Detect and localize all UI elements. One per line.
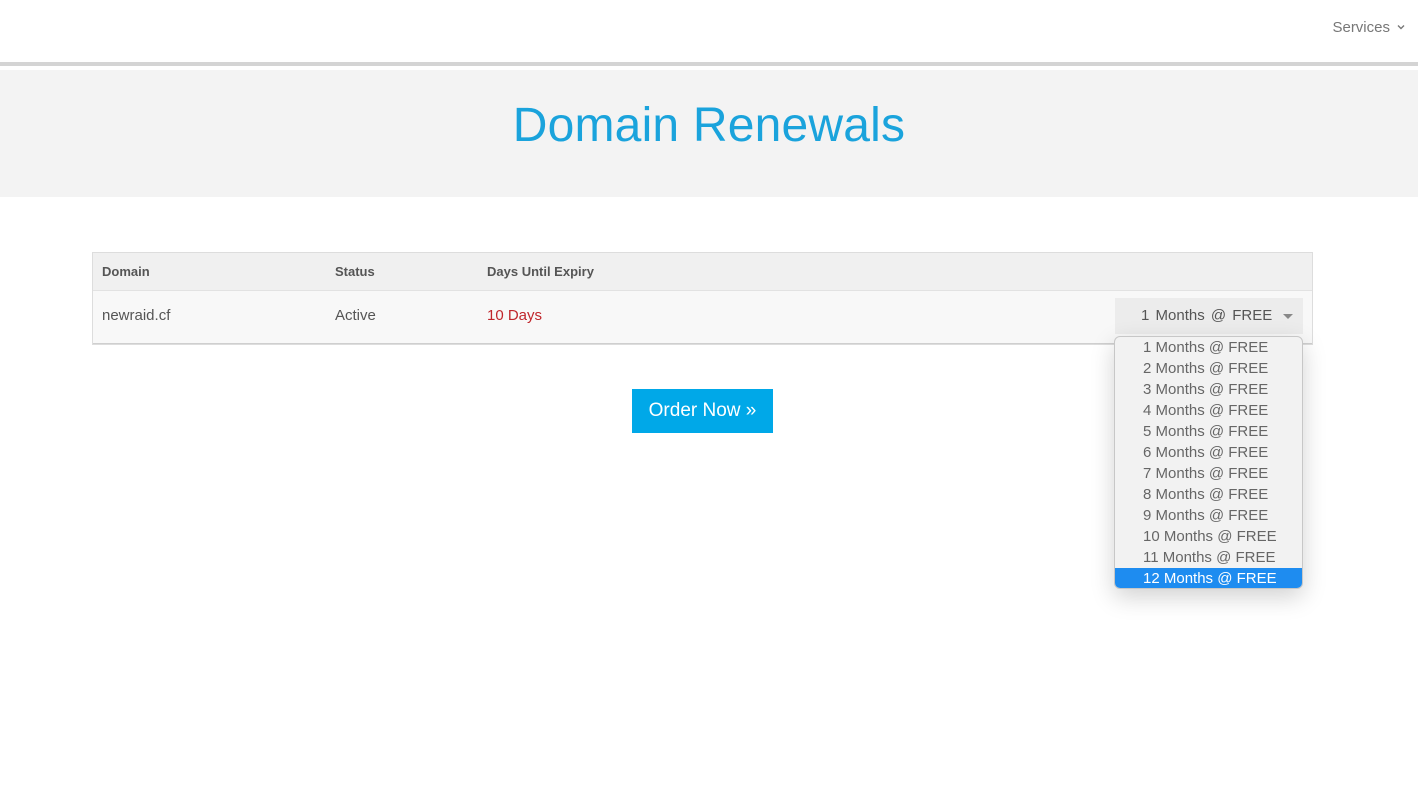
status-cell: Active (335, 307, 376, 324)
expiry-cell: 10 Days (487, 307, 543, 324)
renewal-period-dropdown[interactable]: 1 Months @ FREE 2 Months @ FREE 3 Months… (1114, 336, 1303, 589)
period-option[interactable]: 1 Months @ FREE (1115, 337, 1302, 358)
page-title: Domain Renewals (512, 99, 906, 152)
period-option-highlighted[interactable]: 12 Months @ FREE (1115, 568, 1302, 588)
renewals-table: Domain Status Days Until Expiry newraid.… (92, 252, 1313, 345)
top-navbar: Services (0, 0, 1418, 66)
period-option[interactable]: 11 Months @ FREE (1115, 547, 1302, 568)
header-status: Status (335, 264, 375, 279)
caret-down-icon (1283, 314, 1293, 319)
period-option[interactable]: 6 Months @ FREE (1115, 442, 1302, 463)
renewal-period-value: 1 Months @ FREE (1141, 307, 1273, 324)
services-label: Services (1332, 18, 1390, 36)
period-option[interactable]: 2 Months @ FREE (1115, 358, 1302, 379)
renewal-period-select[interactable]: 1 Months @ FREE (1115, 298, 1303, 334)
period-option[interactable]: 10 Months @ FREE (1115, 526, 1302, 547)
period-option[interactable]: 3 Months @ FREE (1115, 379, 1302, 400)
domain-cell: newraid.cf (102, 307, 171, 324)
period-option[interactable]: 4 Months @ FREE (1115, 400, 1302, 421)
services-menu[interactable]: Services (1332, 17, 1406, 37)
order-now-button[interactable]: Order Now » (632, 389, 773, 433)
period-option[interactable]: 8 Months @ FREE (1115, 484, 1302, 505)
period-option[interactable]: 7 Months @ FREE (1115, 463, 1302, 484)
header-domain: Domain (102, 264, 150, 279)
period-option[interactable]: 9 Months @ FREE (1115, 505, 1302, 526)
period-option[interactable]: 5 Months @ FREE (1115, 421, 1302, 442)
page-header-banner: Domain Renewals (0, 70, 1418, 197)
header-days-until-expiry: Days Until Expiry (487, 264, 594, 279)
table-header: Domain Status Days Until Expiry (93, 253, 1312, 291)
chevron-down-icon (1397, 25, 1405, 30)
